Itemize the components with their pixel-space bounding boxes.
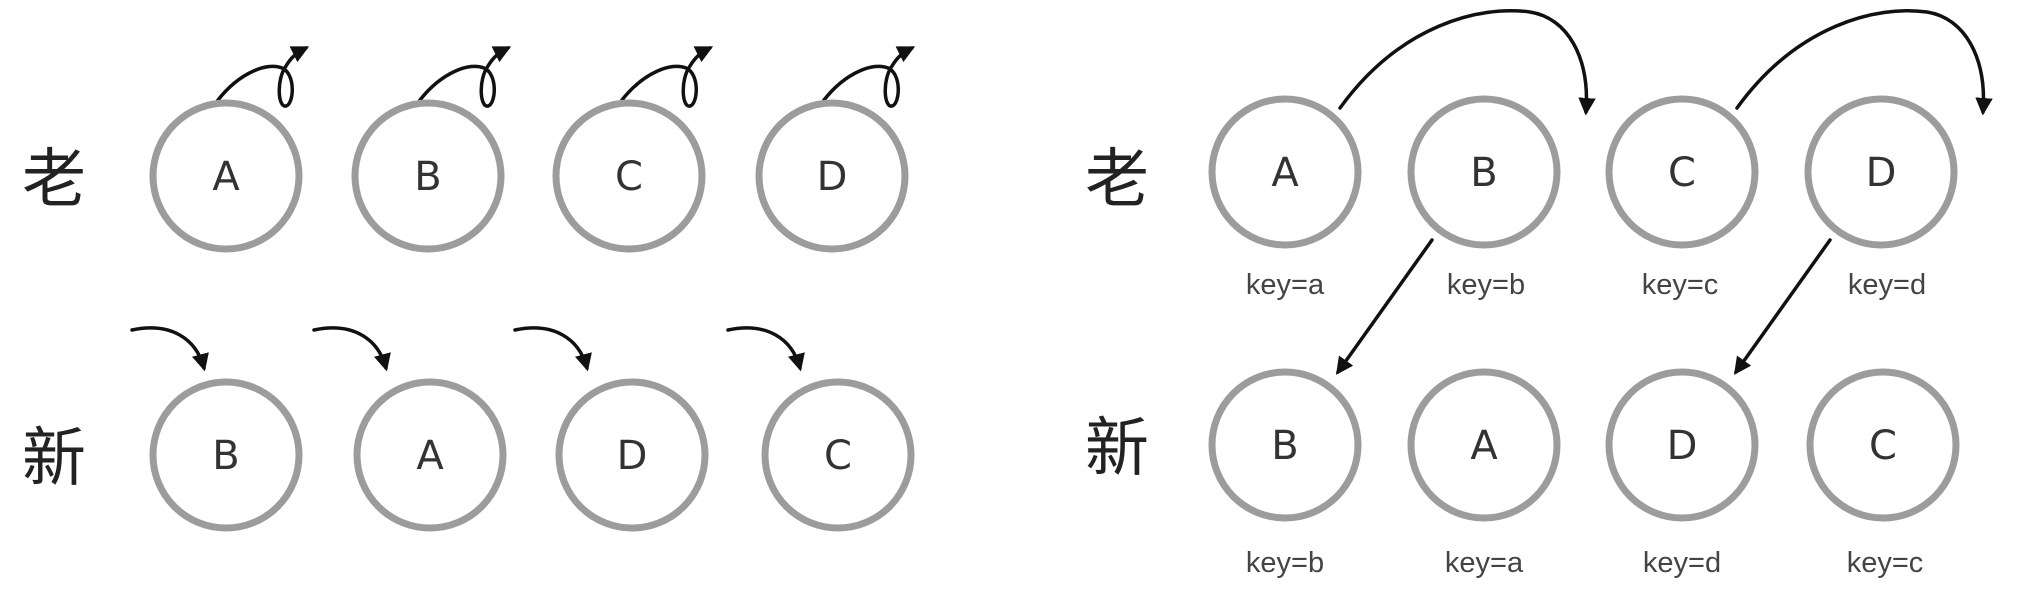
loop-arrow [216, 46, 310, 108]
key-label: key=b [1246, 547, 1324, 579]
move-arrow-c-to-after-d [1735, 8, 1993, 116]
right-new-row-label: 新 [1085, 412, 1149, 486]
loop-arrow [822, 46, 916, 108]
left-new-node-1: B [149, 378, 303, 532]
node-letter: B [414, 154, 441, 200]
left-old-node-3: C [552, 99, 706, 253]
node-letter: D [1667, 423, 1698, 469]
insert-arrow [312, 326, 391, 372]
right-new-node-2: A [1407, 368, 1561, 522]
key-label: key=d [1643, 547, 1721, 579]
node-letter: A [1271, 150, 1299, 196]
left-new-row-label: 新 [22, 422, 86, 496]
key-label: key=c [1847, 547, 1924, 579]
right-new-node-3: D [1605, 368, 1759, 522]
left-old-row-label: 老 [22, 143, 86, 217]
right-old-node-2: B [1407, 95, 1561, 249]
left-old-node-4: D [755, 99, 909, 253]
loop-arrow [418, 46, 512, 108]
node-letter: A [212, 154, 240, 200]
move-arrow-a-to-after-b [1338, 8, 1596, 116]
right-old-node-3: C [1605, 95, 1759, 249]
key-label: key=c [1642, 269, 1719, 301]
key-label: key=b [1447, 269, 1525, 301]
node-letter: D [817, 154, 848, 200]
left-old-loop-arrows [216, 46, 916, 108]
match-arrow-d [1733, 238, 1832, 375]
node-letter: B [1271, 423, 1298, 469]
right-new-node-1: B [1208, 368, 1362, 522]
key-label: key=a [1445, 547, 1524, 579]
node-letter: D [617, 433, 648, 479]
key-label: key=d [1848, 269, 1926, 301]
insert-arrow [513, 326, 592, 372]
node-letter: D [1866, 150, 1897, 196]
insert-arrow [726, 326, 805, 372]
node-letter: C [824, 433, 852, 479]
right-old-row-label: 老 [1085, 143, 1149, 217]
left-old-node-1: A [149, 99, 303, 253]
node-letter: C [615, 154, 643, 200]
left-panel: 老 新 A B C D B A D C [22, 46, 916, 532]
node-letter: C [1668, 150, 1696, 196]
diff-diagram: 老 新 A B C D B A D C 老 新 A key=a B key=b … [22, 8, 1993, 579]
left-new-insert-arrows [130, 326, 805, 372]
left-new-node-2: A [353, 378, 507, 532]
node-letter: A [1470, 423, 1498, 469]
left-new-node-4: C [761, 378, 915, 532]
right-old-node-1: A [1208, 95, 1362, 249]
node-letter: A [416, 433, 444, 479]
left-new-node-3: D [555, 378, 709, 532]
node-letter: B [1470, 150, 1497, 196]
right-new-node-4: C [1806, 368, 1960, 522]
node-letter: B [212, 433, 239, 479]
right-panel: 老 新 A key=a B key=b C key=c D key=d B ke… [1085, 8, 1993, 579]
left-old-node-2: B [351, 99, 505, 253]
insert-arrow [130, 326, 209, 372]
loop-arrow [620, 46, 714, 108]
match-arrow-b [1335, 238, 1434, 375]
node-letter: C [1869, 423, 1897, 469]
right-old-node-4: D [1804, 95, 1958, 249]
key-label: key=a [1246, 269, 1325, 301]
